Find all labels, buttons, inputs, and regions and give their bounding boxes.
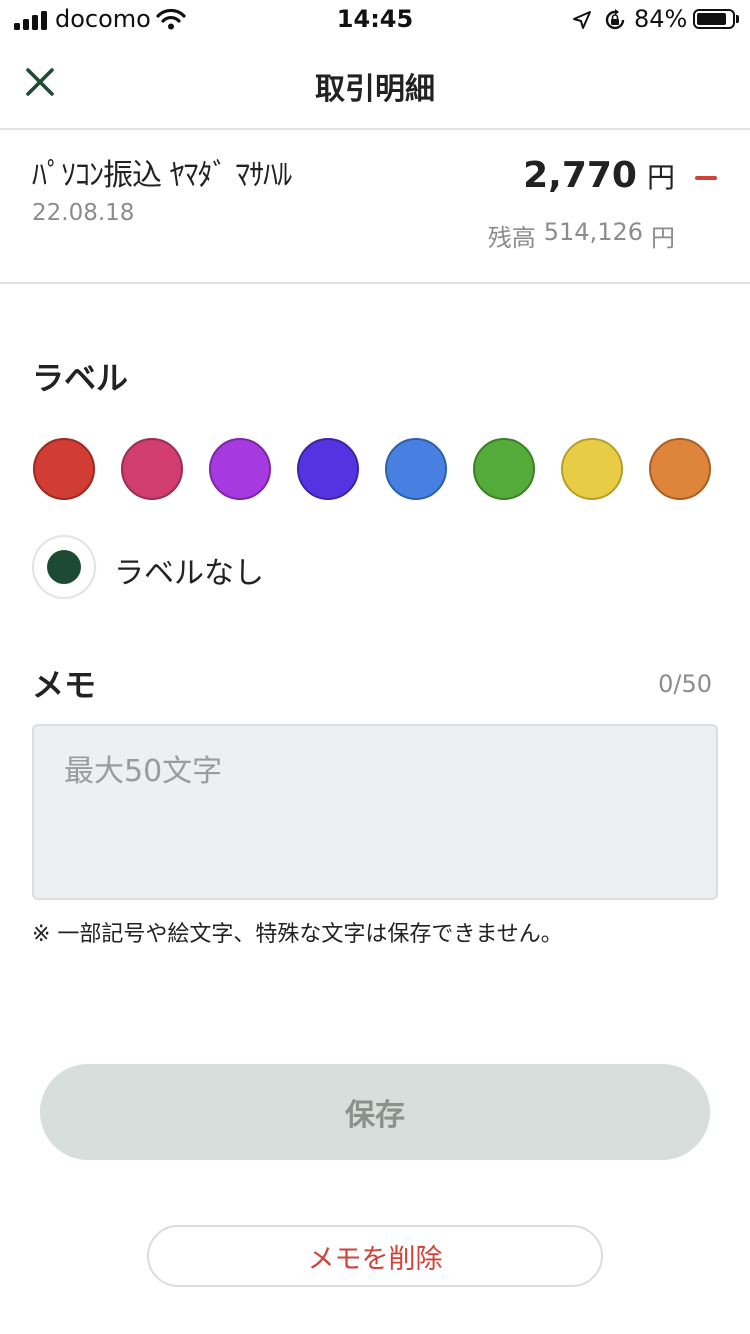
amount-value: 2,770 bbox=[523, 155, 637, 196]
selected-indicator bbox=[47, 550, 81, 584]
battery-icon bbox=[693, 9, 735, 29]
page-title: 取引明細 bbox=[315, 72, 435, 107]
memo-section-title: メモ bbox=[32, 666, 97, 704]
battery-level bbox=[697, 13, 726, 25]
amount-currency: 円 bbox=[646, 161, 675, 194]
transaction-date: 22.08.18 bbox=[32, 200, 135, 226]
balance: 残高 514,126 円 bbox=[488, 218, 675, 253]
transaction-name: ﾊﾟｿｺﾝ振込 ﾔﾏﾀﾞ ﾏｻﾊﾙ bbox=[32, 158, 292, 193]
label-color-blue[interactable] bbox=[385, 438, 447, 500]
battery-percent: 84% bbox=[634, 5, 688, 33]
withdrawal-minus-icon bbox=[695, 176, 717, 180]
no-label-text: ラベルなし bbox=[114, 556, 264, 591]
label-color-pink[interactable] bbox=[121, 438, 183, 500]
label-color-green[interactable] bbox=[473, 438, 535, 500]
no-label-radio[interactable] bbox=[32, 535, 96, 599]
label-color-yellow[interactable] bbox=[561, 438, 623, 500]
transaction-amount: 2,770 円 bbox=[523, 155, 675, 196]
memo-note: ※ 一部記号や絵文字、特殊な文字は保存できません。 bbox=[32, 922, 563, 947]
label-color-purple[interactable] bbox=[209, 438, 271, 500]
location-icon bbox=[572, 10, 592, 34]
save-button[interactable]: 保存 bbox=[40, 1064, 710, 1160]
balance-currency: 円 bbox=[651, 224, 675, 252]
label-color-red[interactable] bbox=[33, 438, 95, 500]
summary-divider bbox=[0, 282, 750, 284]
header-divider bbox=[0, 128, 750, 130]
memo-char-count: 0/50 bbox=[658, 670, 712, 698]
battery-cap bbox=[736, 15, 739, 23]
memo-input[interactable] bbox=[32, 724, 718, 900]
balance-value: 514,126 bbox=[543, 218, 643, 246]
label-section-title: ラベル bbox=[32, 359, 129, 397]
delete-memo-button[interactable]: メモを削除 bbox=[147, 1225, 603, 1287]
label-color-orange[interactable] bbox=[649, 438, 711, 500]
balance-label: 残高 bbox=[487, 224, 536, 252]
status-bar: docomo 14:45 84% bbox=[0, 0, 750, 40]
rotation-lock-icon bbox=[603, 8, 627, 36]
label-color-indigo[interactable] bbox=[297, 438, 359, 500]
